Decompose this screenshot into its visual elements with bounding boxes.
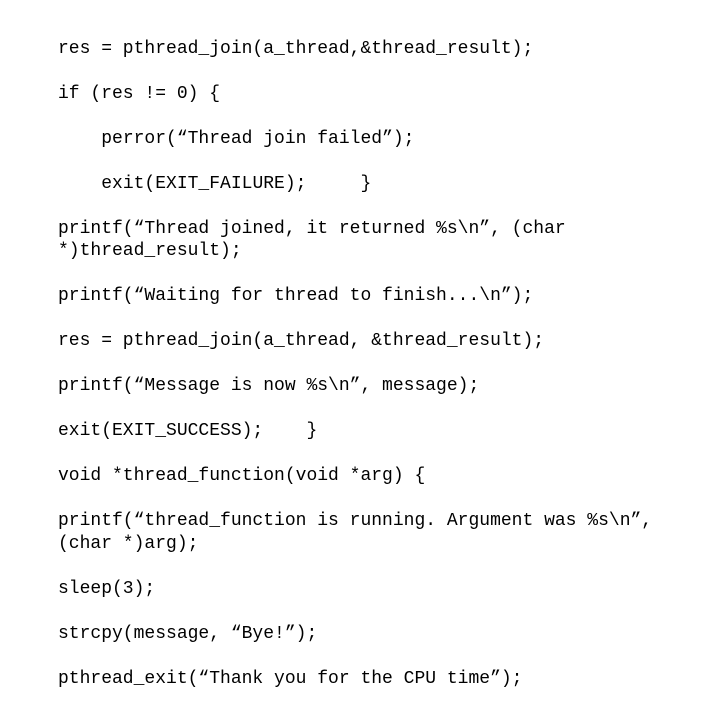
code-line: printf(“Message is now %s\n”, message); xyxy=(58,375,678,398)
code-line: printf(“Thread joined, it returned %s\n”… xyxy=(58,218,678,263)
code-line: res = pthread_join(a_thread,&thread_resu… xyxy=(58,38,678,61)
code-line: exit(EXIT_SUCCESS); } xyxy=(58,420,678,443)
code-line: sleep(3); xyxy=(58,578,678,601)
code-line: exit(EXIT_FAILURE); } xyxy=(58,173,678,196)
code-line: printf(“thread_function is running. Argu… xyxy=(58,510,678,555)
code-line: if (res != 0) { xyxy=(58,83,678,106)
code-line: res = pthread_join(a_thread, &thread_res… xyxy=(58,330,678,353)
code-line: void *thread_function(void *arg) { xyxy=(58,465,678,488)
code-line: strcpy(message, “Bye!”); xyxy=(58,623,678,646)
code-line: pthread_exit(“Thank you for the CPU time… xyxy=(58,668,678,691)
code-line: printf(“Waiting for thread to finish...\… xyxy=(58,285,678,308)
code-line: perror(“Thread join failed”); xyxy=(58,128,678,151)
code-block: res = pthread_join(a_thread,&thread_resu… xyxy=(58,15,678,713)
